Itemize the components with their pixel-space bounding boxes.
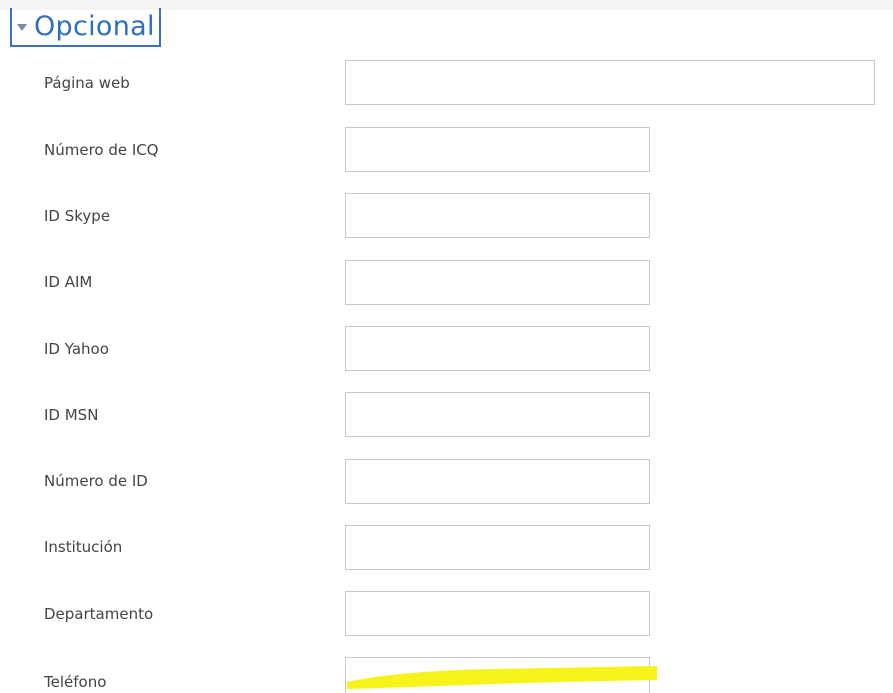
label-pagina-web: Página web <box>44 74 130 92</box>
institucion-input[interactable] <box>345 525 650 570</box>
label-numero-id: Número de ID <box>44 472 148 490</box>
label-institucion: Institución <box>44 538 123 556</box>
label-id-yahoo: ID Yahoo <box>44 340 109 358</box>
numero-icq-input[interactable] <box>345 127 650 172</box>
numero-id-input[interactable] <box>345 459 650 504</box>
section-title: Opcional <box>34 11 155 42</box>
id-skype-input[interactable] <box>345 193 650 238</box>
label-telefono: Teléfono <box>44 673 107 691</box>
label-numero-icq: Número de ICQ <box>44 141 159 159</box>
optional-fields-form: Opcional Página web Número de ICQ ID Sky… <box>0 0 893 693</box>
chevron-down-icon <box>16 22 28 34</box>
label-id-msn: ID MSN <box>44 406 99 424</box>
label-departamento: Departamento <box>44 605 154 623</box>
label-id-aim: ID AIM <box>44 273 93 291</box>
pagina-web-input[interactable] <box>345 60 875 105</box>
id-yahoo-input[interactable] <box>345 326 650 371</box>
section-toggle-opcional[interactable]: Opcional <box>10 8 161 47</box>
departamento-input[interactable] <box>345 591 650 636</box>
label-id-skype: ID Skype <box>44 207 111 225</box>
id-msn-input[interactable] <box>345 392 650 437</box>
telefono-input[interactable] <box>345 657 650 693</box>
id-aim-input[interactable] <box>345 260 650 305</box>
